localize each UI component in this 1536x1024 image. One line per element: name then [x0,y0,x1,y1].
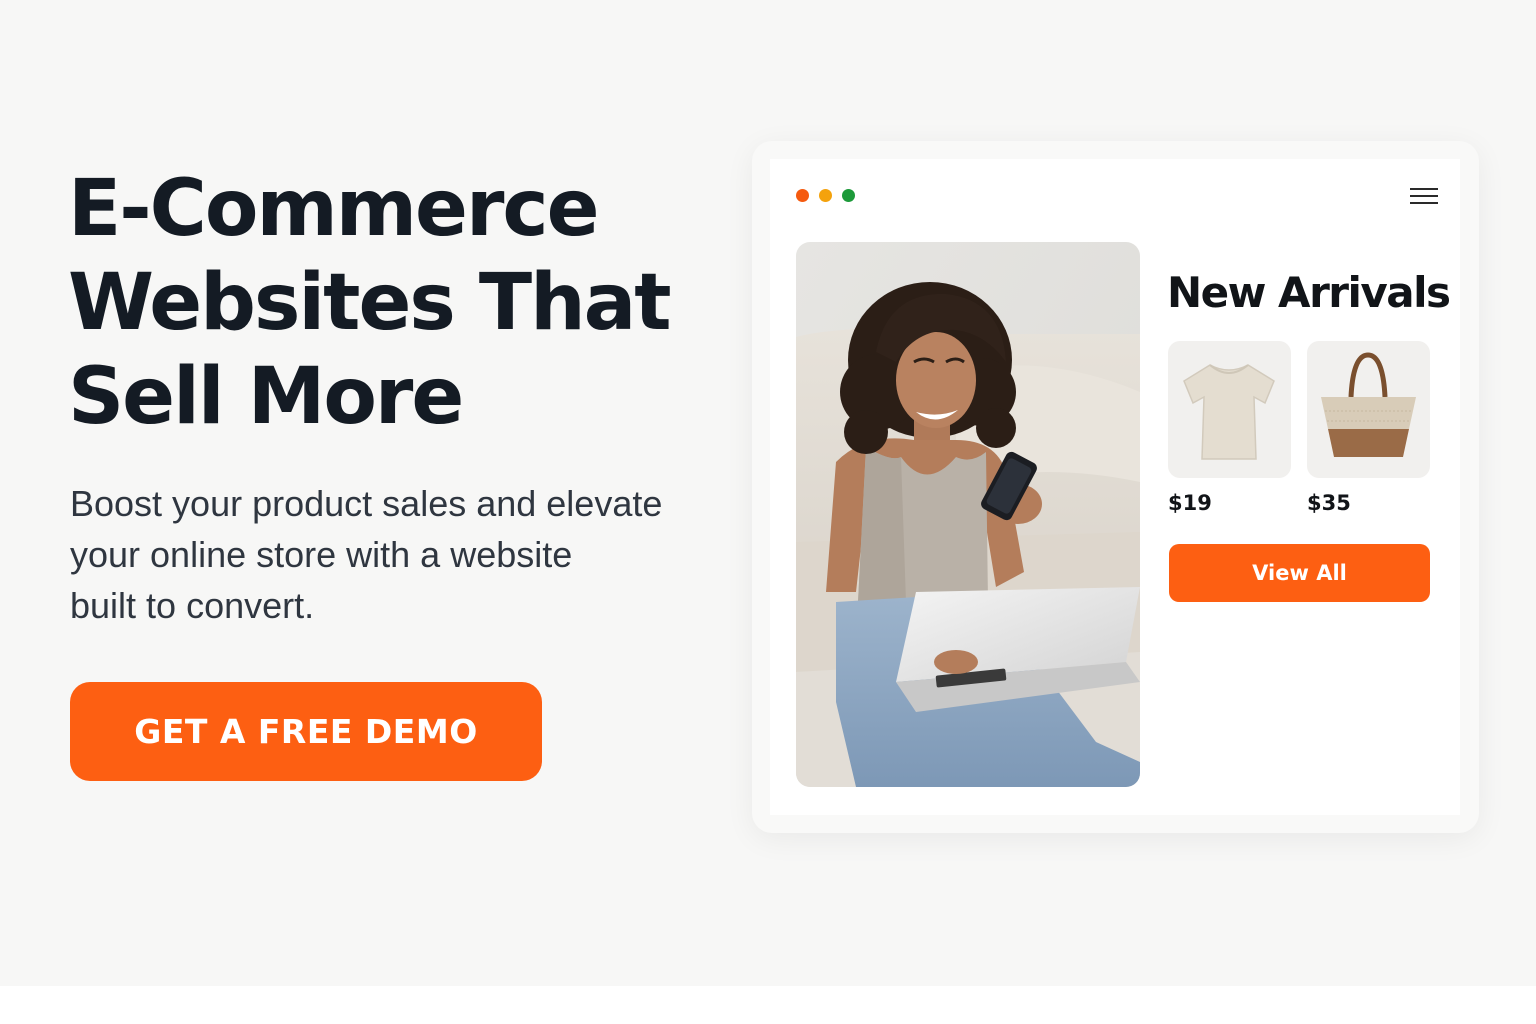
headline-line-3: Sell More [68,352,464,442]
tote-bag-icon [1321,352,1416,457]
subtext-line-2: your online store with a website [70,534,573,575]
subtext-line-3: built to convert. [70,585,315,626]
product-price-tshirt: $19 [1168,491,1212,515]
new-arrivals-title: New Arrivals [1167,268,1451,317]
window-dot-red [796,189,809,202]
window-dot-green [842,189,855,202]
product-card-tshirt[interactable] [1168,341,1291,478]
product-price-tote-bag: $35 [1307,491,1351,515]
get-free-demo-button[interactable]: GET A FREE DEMO [70,682,542,781]
product-card-tote-bag[interactable] [1307,341,1430,478]
hero-subtext: Boost your product sales and elevate you… [70,478,710,631]
hamburger-menu-icon[interactable] [1410,186,1438,206]
view-all-button[interactable]: View All [1169,544,1430,602]
hero-headline: E-Commerce Websites That Sell More [68,162,708,444]
window-dot-yellow [819,189,832,202]
headline-line-2: Websites That [68,258,672,348]
t-shirt-icon [1183,364,1275,460]
subtext-line-1: Boost your product sales and elevate [70,483,663,524]
headline-line-1: E-Commerce [68,164,600,254]
hero-section: E-Commerce Websites That Sell More Boost… [0,0,1536,986]
hero-lifestyle-photo [796,242,1140,787]
